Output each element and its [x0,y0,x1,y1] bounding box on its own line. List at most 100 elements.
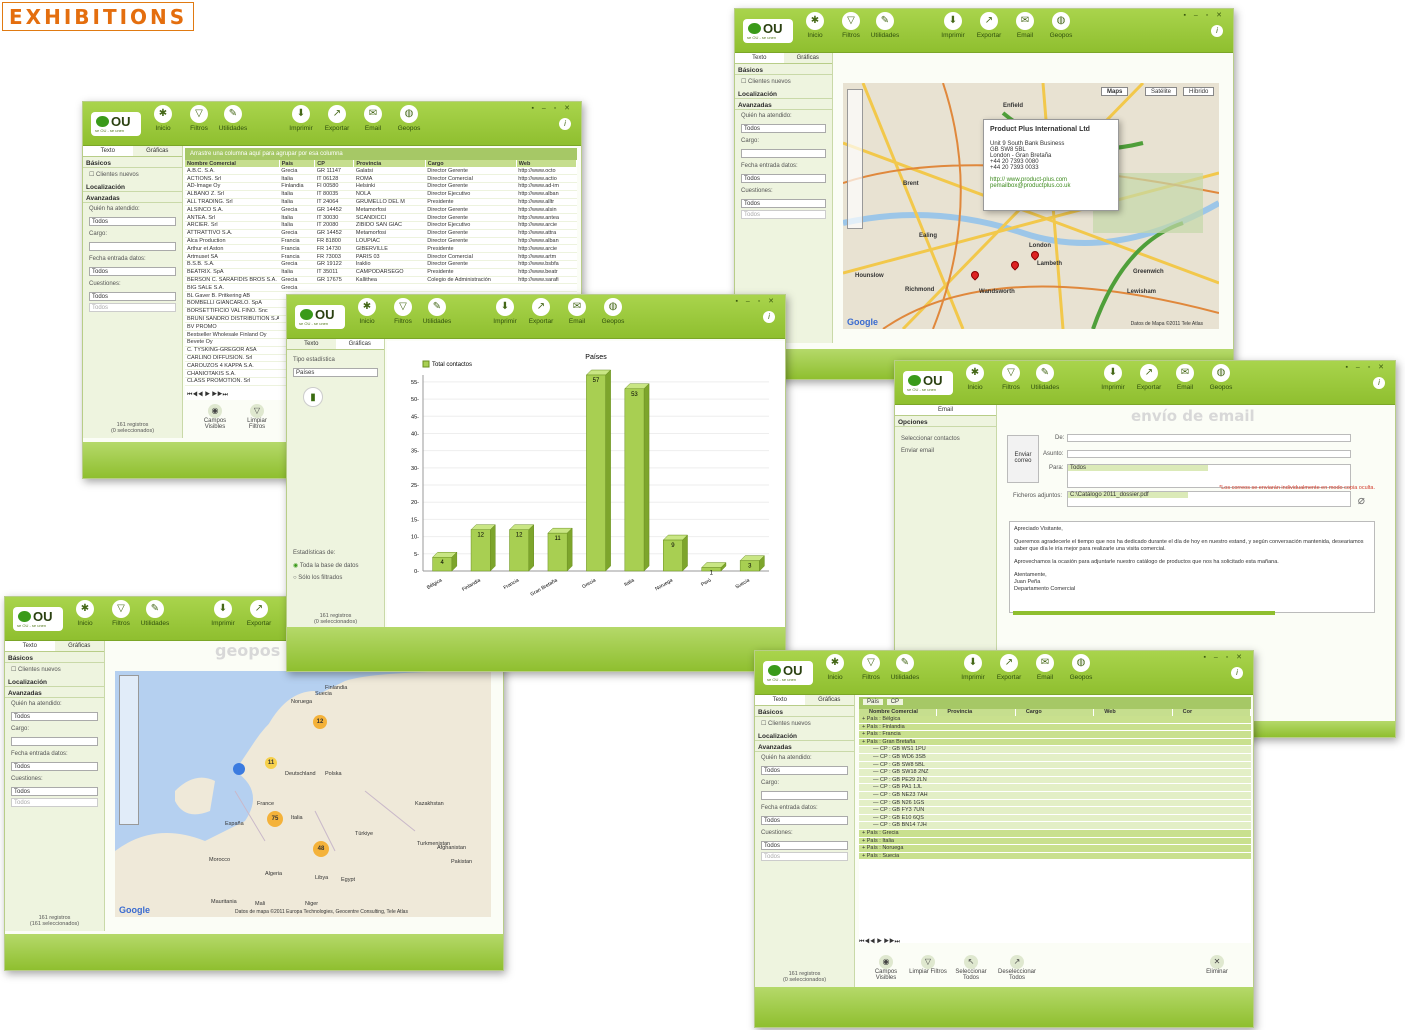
bar-chart-icon[interactable]: ▮ [303,387,323,407]
map-zoom-control[interactable] [847,89,863,229]
column-header[interactable]: Web [1094,709,1173,716]
limpiar-filtros-button[interactable]: ▽ Limpiar Filtros [239,404,275,430]
deseleccionar-todos-button[interactable]: ↗ Deseleccionar Todos [995,955,1039,981]
column-header[interactable]: CP [314,160,355,167]
bar[interactable] [586,374,606,572]
table-row[interactable]: ACTIONS. Srl Italia IT 06128 ROMA Director C… [185,174,577,184]
section-localizacion[interactable]: Localización [83,181,182,192]
info-icon[interactable]: i [1211,25,1223,37]
table-row[interactable]: ATTRATTIVO S.A. Grecia GR 14452 Metamorfosi… [185,229,577,238]
tab-texto[interactable]: Texto [287,339,336,349]
section-localizacion[interactable]: Localización [735,88,832,99]
window-controls[interactable]: ▪ – ▫ ✕ [1183,11,1225,19]
toolbar-email[interactable]: ✉ Email [1167,364,1203,391]
cluster-marker[interactable]: 48 [313,841,329,857]
group-row[interactable]: + País : Italia [859,837,1251,846]
toolbar-exportar[interactable]: ↗ Exportar [523,298,559,325]
cargo-select[interactable] [741,149,826,158]
toolbar-inicio[interactable]: ✱ Inicio [957,364,993,391]
toolbar-utilidades[interactable]: ✎ Utilidades [867,12,903,39]
cuestiones-select[interactable]: Todos [11,787,98,796]
group-row[interactable]: — CP : GB FY3 7UN [859,807,1251,815]
table-row[interactable]: A.B.C. S.A. Grecia GR 11147 Galatsi Director… [185,167,577,176]
toolbar-filtros[interactable]: ▽ Filtros [833,12,869,39]
column-header[interactable]: Provincia [937,709,1016,716]
cargo-select[interactable] [761,791,848,800]
toolbar-utilidades[interactable]: ✎ Utilidades [887,654,923,681]
tab-texto[interactable]: Texto [735,53,784,63]
fecha-select[interactable]: Todos [741,174,826,183]
section-basicos[interactable]: Básicos [83,157,182,168]
section-avanzadas[interactable]: Avanzadas [83,192,182,203]
table-row[interactable]: AD-Image Oy Finlandia FI 00580 Helsinki Dire… [185,182,577,191]
group-row[interactable]: + País : Noruega [859,845,1251,853]
toolbar-inicio[interactable]: ✱ Inicio [67,600,103,627]
toolbar-inicio[interactable]: ✱ Inicio [817,654,853,681]
window-controls[interactable]: ▪ – ▫ ✕ [531,104,573,112]
grid-pager[interactable]: ⏮◀◀ ▶ ▶▶⏭ [859,939,900,946]
group-row[interactable]: — CP : GB WD6 3SB [859,753,1251,762]
adjuntos-field[interactable]: C:\Catálogo 2011_dossier.pdf [1067,491,1351,507]
toolbar-geopos[interactable]: ◍ Geopos [1043,12,1079,39]
toolbar-imprimir[interactable]: ⬇ Imprimir [935,12,971,39]
message-body[interactable]: Apreciado Visitante, Queremos agradecerle… [1009,521,1375,613]
group-row[interactable]: — CP : GB E10 6QS [859,814,1251,823]
toolbar-filtros[interactable]: ▽ Filtros [385,298,421,325]
toolbar-email[interactable]: ✉ Email [1027,654,1063,681]
table-row[interactable]: ALSINCO S.A. Grecia GR 14452 Metamorfosi Dir… [185,205,577,215]
group-row[interactable]: + País : Bélgica [859,716,1251,724]
toolbar-filtros[interactable]: ▽ Filtros [993,364,1029,391]
column-header[interactable]: Cor [1173,709,1252,716]
toolbar-filtros[interactable]: ▽ Filtros [103,600,139,627]
toolbar-imprimir[interactable]: ⬇ Imprimir [487,298,523,325]
toolbar-email[interactable]: ✉ Email [1007,12,1043,39]
section-opciones[interactable]: Opciones [895,416,996,427]
group-row[interactable]: — CP : GB BN14 7JH [859,822,1251,830]
group-row[interactable]: — CP : GB SW8 5BL [859,761,1251,770]
tab-graficas[interactable]: Gráficas [55,641,105,651]
radio-solo-filtrados[interactable]: ○ Sólo los filtrados [287,572,384,584]
map-mode-maps[interactable]: Maps [1101,87,1129,96]
eliminar-button[interactable]: ✕ Eliminar [1199,955,1235,975]
info-icon[interactable]: i [1373,377,1385,389]
window-controls[interactable]: ▪ – ▫ ✕ [1345,363,1387,371]
cluster-marker[interactable]: 12 [313,715,327,729]
cluster-marker[interactable] [233,763,245,775]
toolbar-imprimir[interactable]: ⬇ Imprimir [283,105,319,132]
info-icon[interactable]: i [763,311,775,323]
column-header[interactable]: Nombre Comercial [185,160,280,167]
tab-texto[interactable]: Texto [5,641,55,651]
cluster-marker[interactable]: 75 [267,811,283,827]
section-basicos[interactable]: Básicos [735,64,832,75]
group-row[interactable]: + País : Suecia [859,852,1251,861]
group-row[interactable]: — CP : GB PA1 1JL [859,784,1251,792]
group-row[interactable]: — CP : GB N26 1GS [859,799,1251,808]
seleccionar-todos-button[interactable]: ↖ Seleccionar Todos [951,955,991,981]
group-chip-pais[interactable]: País [863,699,884,705]
toolbar-exportar[interactable]: ↗ Exportar [991,654,1027,681]
table-row[interactable]: ANTEA. Srl Italia IT 30030 SCANDICCI Directo… [185,213,577,223]
section-avanzadas[interactable]: Avanzadas [5,687,104,698]
column-header[interactable]: Nombre Comercial [859,709,938,716]
table-row[interactable]: ARCIER. Srl Italia IT 20080 ZIBIDO SAN GIAC… [185,221,577,230]
section-localizacion[interactable]: Localización [5,676,104,687]
toolbar-exportar[interactable]: ↗ Exportar [1131,364,1167,391]
tab-graficas[interactable]: Gráficas [335,339,384,349]
limpiar-filtros-button[interactable]: ▽ Limpiar Filtros [909,955,947,975]
section-basicos[interactable]: Básicos [5,652,104,663]
group-row[interactable]: — CP : GB PE29 2LN [859,776,1251,785]
london-map[interactable]: Maps Satélite Híbrido Product Plus Inter… [843,83,1219,329]
group-chip-cp[interactable]: CP [886,699,904,705]
toolbar-inicio[interactable]: ✱ Inicio [349,298,385,325]
toolbar-email[interactable]: ✉ Email [355,105,391,132]
tab-texto[interactable]: Texto [83,146,133,156]
table-row[interactable]: Alca Production Francia FR 81800 LOUPIAC Dir… [185,237,577,246]
table-row[interactable]: ALBANO Z. Srl Italia IT 80035 NOLA Director … [185,190,577,199]
tab-email[interactable]: Email [895,405,996,415]
toolbar-geopos[interactable]: ◍ Geopos [1063,654,1099,681]
clientes-nuevos-checkbox[interactable]: ☐ Clientes nuevos [735,75,832,88]
toolbar-inicio[interactable]: ✱ Inicio [145,105,181,132]
map-mode-satelite[interactable]: Satélite [1145,87,1178,96]
asunto-field[interactable] [1067,450,1351,458]
table-row[interactable]: BERSON C. SARAFIDIS BROS S.A. Grecia GR 17… [185,276,577,285]
